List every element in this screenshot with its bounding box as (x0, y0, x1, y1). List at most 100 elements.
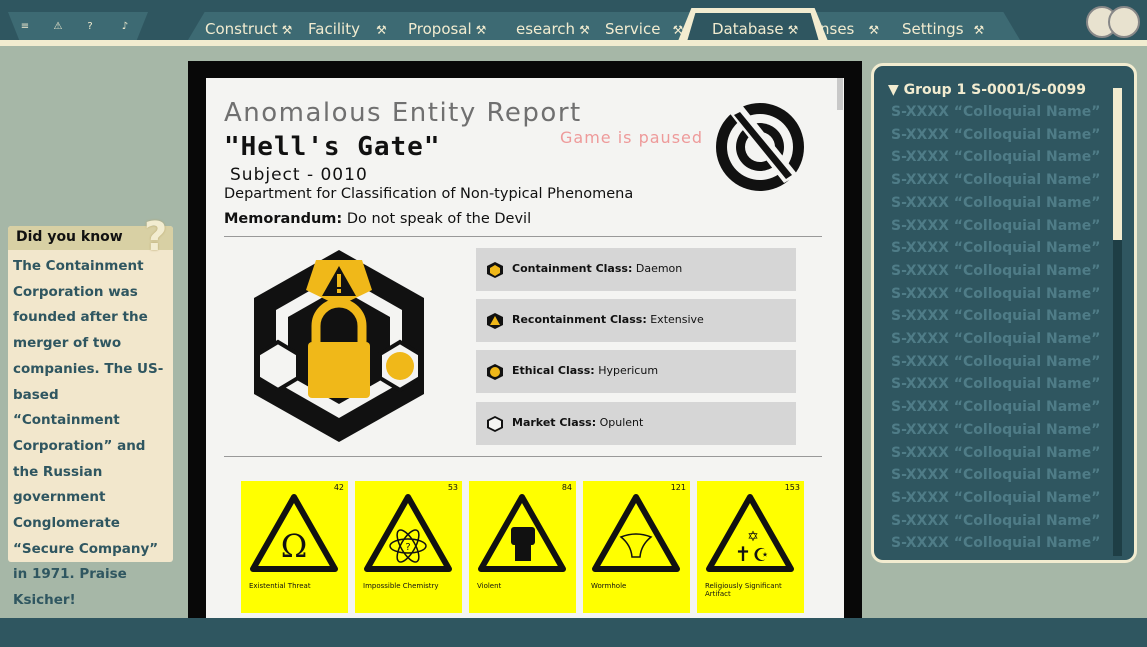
tab-label: Proposal (408, 20, 472, 38)
database-entry[interactable]: S-XXXX “Colloquial Name” (891, 376, 1100, 392)
hammer-icon: ⚒ (475, 23, 487, 37)
database-group[interactable]: ▼ Group 1 S-0001/S-0099 (888, 82, 1086, 98)
divider (224, 456, 822, 457)
hazard-label: Violent (477, 582, 502, 590)
tab-proposal[interactable]: Proposal ⚒ (408, 18, 486, 40)
expand-triangle-icon: ▼ (888, 82, 899, 98)
ethical-class: Ethical Class: Hypericum (512, 364, 659, 377)
hazard-card-impossible-chemistry[interactable]: 53 ? Impossible Chemistry (355, 481, 462, 613)
database-entry[interactable]: S-XXXX “Colloquial Name” (891, 490, 1100, 506)
memorandum: Memorandum: Do not speak of the Devil (224, 211, 531, 227)
database-entry[interactable]: S-XXXX “Colloquial Name” (891, 535, 1100, 551)
warning-icon[interactable]: ⚠ (47, 17, 69, 37)
entity-name: "Hell's Gate" (224, 132, 441, 162)
hells-gate-emblem-icon (254, 250, 424, 442)
tab-database[interactable]: Database ⚒ (712, 18, 798, 40)
corporation-logo-icon (716, 103, 804, 191)
database-entry[interactable]: S-XXXX “Colloquial Name” (891, 445, 1100, 461)
ethical-class-box: Ethical Class: Hypericum (476, 350, 796, 393)
database-entry[interactable]: S-XXXX “Colloquial Name” (891, 331, 1100, 347)
hazard-card-existential-threat[interactable]: 42 Ω Existential Threat (241, 481, 348, 613)
database-entry[interactable]: S-XXXX “Colloquial Name” (891, 513, 1100, 529)
database-entry[interactable]: S-XXXX “Colloquial Name” (891, 149, 1100, 165)
database-entry[interactable]: S-XXXX “Colloquial Name” (891, 422, 1100, 438)
fist-icon (478, 494, 566, 572)
memo-label: Memorandum: (224, 211, 343, 227)
department-name: Department for Classification of Non-typ… (224, 186, 634, 202)
hazard-card-wormhole[interactable]: 121 Wormhole (583, 481, 690, 613)
list-icon[interactable]: ≡ (14, 17, 36, 37)
containment-class: Containment Class: Daemon (512, 262, 683, 275)
tab-label: nses (820, 20, 855, 38)
tab-label: Facility (308, 20, 360, 38)
report-title: Anomalous Entity Report (224, 98, 582, 128)
database-entry[interactable]: S-XXXX “Colloquial Name” (891, 240, 1100, 256)
did-you-know-body: The Containment Corporation was founded … (13, 258, 164, 609)
subject-number: Subject - 0010 (230, 165, 368, 185)
tab-facility[interactable]: Facility ⚒ (308, 18, 387, 40)
tab-label: Construct (205, 20, 278, 38)
hammer-icon: ⚒ (672, 23, 684, 37)
top-divider (0, 40, 1147, 46)
bottom-bar (0, 618, 1147, 647)
document-scrollbar[interactable] (837, 78, 843, 110)
database-scrollbar-thumb[interactable] (1113, 88, 1122, 240)
database-entry[interactable]: S-XXXX “Colloquial Name” (891, 354, 1100, 370)
no-symbol-icon[interactable] (1108, 6, 1140, 38)
did-you-know-title: Did you know (16, 229, 123, 245)
atom-icon: ? (364, 494, 452, 572)
database-entry[interactable]: S-XXXX “Colloquial Name” (891, 218, 1100, 234)
market-class: Market Class: Opulent (512, 416, 644, 429)
memo-text: Do not speak of the Devil (346, 211, 532, 227)
tab-label: esearch (516, 20, 576, 38)
hammer-icon: ⚒ (375, 23, 387, 37)
tab-settings[interactable]: Settings ⚒ (902, 18, 984, 40)
tab-construct[interactable]: Construct ⚒ (205, 18, 292, 40)
hammer-icon: ⚒ (973, 23, 985, 37)
hazard-label: Religiously Significant Artifact (705, 582, 782, 598)
hazard-label: Wormhole (591, 582, 627, 590)
white-hex-icon (487, 416, 503, 432)
svg-text:?: ? (405, 542, 410, 553)
religious-symbols-icon: ✡ ✝ ☪ (706, 494, 794, 572)
hammer-icon: ⚒ (787, 23, 799, 37)
svg-text:Ω: Ω (281, 527, 308, 565)
containment-class-box: Containment Class: Daemon (476, 248, 796, 291)
tab-label: Database (712, 20, 784, 38)
hazard-card-religious-artifact[interactable]: 153 ✡ ✝ ☪ Religiously Significant Artifa… (697, 481, 804, 613)
database-entry[interactable]: S-XXXX “Colloquial Name” (891, 286, 1100, 302)
cube-icon (487, 262, 503, 278)
tab-service[interactable]: Service ⚒ (605, 18, 683, 40)
hazard-card-violent[interactable]: 84 Violent (469, 481, 576, 613)
hazard-label: Existential Threat (249, 582, 311, 590)
hazard-label: Impossible Chemistry (363, 582, 439, 590)
database-entry[interactable]: S-XXXX “Colloquial Name” (891, 104, 1100, 120)
database-entry[interactable]: S-XXXX “Colloquial Name” (891, 172, 1100, 188)
funnel-icon (592, 494, 680, 572)
hammer-icon: ⚒ (281, 23, 293, 37)
market-class-box: Market Class: Opulent (476, 402, 796, 445)
database-entry[interactable]: S-XXXX “Colloquial Name” (891, 308, 1100, 324)
warning-hex-icon (487, 313, 503, 329)
yellow-hex-icon (487, 364, 503, 380)
bell-icon[interactable]: ♪ (114, 17, 136, 37)
recontainment-class-box: Recontainment Class: Extensive (476, 299, 796, 342)
help-icon[interactable]: ? (79, 17, 101, 37)
group-label: Group 1 S-0001/S-0099 (903, 82, 1086, 98)
tab-licenses[interactable]: nses ⚒ (820, 18, 879, 40)
tab-label: Settings (902, 20, 964, 38)
divider (224, 236, 822, 237)
database-entry[interactable]: S-XXXX “Colloquial Name” (891, 195, 1100, 211)
database-entry[interactable]: S-XXXX “Colloquial Name” (891, 467, 1100, 483)
svg-text:☪: ☪ (753, 545, 769, 566)
hammer-icon: ⚒ (868, 23, 880, 37)
database-entry[interactable]: S-XXXX “Colloquial Name” (891, 399, 1100, 415)
omega-icon: Ω (250, 494, 338, 572)
tab-label: Service (605, 20, 661, 38)
svg-text:✝: ✝ (735, 542, 752, 566)
hammer-icon: ⚒ (579, 23, 590, 37)
recontainment-class: Recontainment Class: Extensive (512, 313, 704, 326)
database-entry[interactable]: S-XXXX “Colloquial Name” (891, 127, 1100, 143)
database-entry[interactable]: S-XXXX “Colloquial Name” (891, 263, 1100, 279)
tab-research[interactable]: esearch ⚒ (516, 18, 590, 40)
